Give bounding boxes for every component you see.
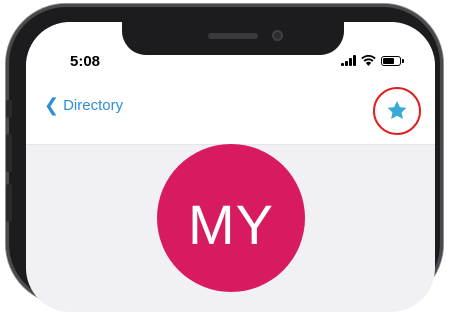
favorite-button[interactable] [372, 86, 422, 136]
star-icon [387, 101, 407, 119]
wifi-icon [361, 55, 376, 66]
side-button [6, 134, 12, 172]
battery-icon [381, 55, 404, 66]
speaker-grille [208, 33, 258, 39]
status-icons [341, 55, 404, 66]
favorite-highlight [373, 87, 421, 135]
phone-screen: 5:08 ❮ Directory MY [26, 22, 435, 312]
avatar-initials: MY [188, 193, 274, 256]
back-button[interactable]: ❮ Directory [44, 96, 123, 114]
side-button [6, 100, 12, 118]
navigation-bar: ❮ Directory [26, 84, 435, 145]
status-time: 5:08 [70, 53, 101, 70]
avatar: MY [157, 144, 305, 292]
battery-level [383, 57, 394, 64]
cellular-signal-icon [341, 55, 356, 66]
phone-frame: 5:08 ❮ Directory MY [6, 4, 443, 312]
side-button [6, 184, 12, 222]
status-bar: 5:08 [26, 22, 435, 84]
chevron-left-icon: ❮ [44, 95, 60, 115]
front-camera [272, 30, 283, 41]
notch [122, 22, 344, 55]
back-label: Directory [63, 96, 124, 114]
